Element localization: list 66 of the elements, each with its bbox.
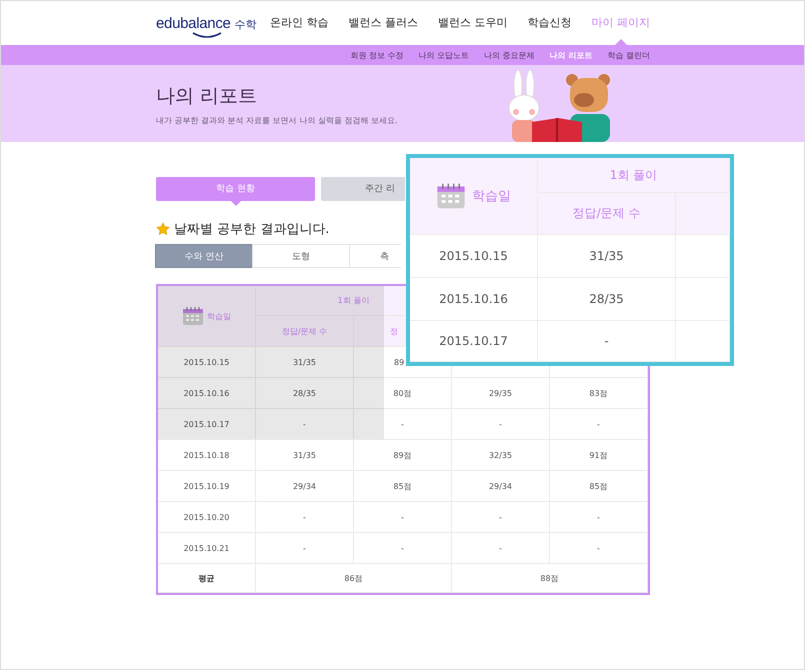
table-cell: 2015.10.17: [158, 409, 256, 440]
subnav-link[interactable]: 회원 정보 수정: [350, 50, 404, 60]
table-cell: 평균: [158, 564, 256, 593]
table-cell: 2015.10.21: [158, 533, 256, 564]
table-cell: 28/35: [256, 378, 354, 409]
table-cell: 85점: [354, 471, 452, 502]
table-cell: 32/35: [452, 440, 550, 471]
table-cell: 2015.10.17: [410, 321, 538, 362]
table-cell: -: [256, 533, 354, 564]
table-cell: 89점: [354, 440, 452, 471]
subnav-link[interactable]: 학습 캘린더: [607, 50, 650, 60]
star-icon: [156, 222, 170, 236]
column-header: 정답/문제 수: [256, 316, 354, 347]
table-cell: 80점: [354, 378, 452, 409]
table-cell: 31/35: [256, 347, 354, 378]
table-cell: 2015.10.19: [158, 471, 256, 502]
subnav-link[interactable]: 나의 중요문제: [484, 50, 535, 60]
page-title: 나의 리포트: [156, 84, 258, 109]
column-header: 학습일: [472, 188, 511, 205]
page-subtitle: 내가 공부한 결과와 분석 자료를 보면서 나의 실력을 점검해 보세요.: [156, 115, 398, 126]
column-header: 정답/문제 수: [538, 193, 676, 235]
table-cell: 2015.10.20: [158, 502, 256, 533]
calendar-icon: [436, 182, 466, 210]
table-cell: -: [354, 409, 452, 440]
table-cell: -: [256, 409, 354, 440]
nav-link[interactable]: 밸런스 도우미: [438, 1, 508, 45]
table-cell: 83점: [550, 378, 648, 409]
category-tab[interactable]: 측: [349, 244, 401, 268]
table-cell: 86점: [256, 564, 452, 593]
table-cell: -: [452, 409, 550, 440]
calendar-icon: [182, 306, 204, 326]
subnav-link[interactable]: 나의 오답노트: [418, 50, 470, 60]
table-cell: 28/35: [538, 278, 676, 321]
table-cell: 85점: [550, 471, 648, 502]
column-header: 학습일: [207, 310, 231, 322]
table-cell: 31/35: [256, 440, 354, 471]
table-cell: 31/35: [538, 235, 676, 278]
tab[interactable]: 주간 리: [321, 177, 405, 201]
column-group-header: 1회 풀이: [538, 158, 730, 193]
nav-link[interactable]: 온라인 학습: [270, 1, 328, 45]
table-cell: 88점: [452, 564, 648, 593]
table-cell: 2015.10.15: [410, 235, 538, 278]
category-tab[interactable]: 도형: [252, 244, 350, 268]
table-cell: -: [452, 533, 550, 564]
nav-link[interactable]: 학습신청: [528, 1, 572, 45]
table-cell: -: [452, 502, 550, 533]
table-cell: 29/35: [452, 378, 550, 409]
table-cell: 91점: [550, 440, 648, 471]
table-cell: -: [550, 409, 648, 440]
table-cell: -: [354, 533, 452, 564]
table-cell: 2015.10.16: [158, 378, 256, 409]
table-cell: -: [550, 502, 648, 533]
table-cell: -: [256, 502, 354, 533]
category-tab[interactable]: 수와 연산: [155, 244, 253, 268]
table-cell: 2015.10.16: [410, 278, 538, 321]
table-cell: -: [354, 502, 452, 533]
table-cell: 2015.10.18: [158, 440, 256, 471]
edubalance-logo[interactable]: edubalance 수학: [156, 14, 257, 38]
table-cell: 2015.10.15: [158, 347, 256, 378]
table-cell: 29/34: [452, 471, 550, 502]
table-cell: -: [538, 321, 676, 362]
section-title: 날짜별 공부한 결과입니다.: [174, 221, 330, 238]
table-cell: -: [550, 533, 648, 564]
tab-pointer: [230, 201, 240, 206]
nav-link[interactable]: 밸런스 플러스: [348, 1, 418, 45]
table-cell: 29/34: [256, 471, 354, 502]
